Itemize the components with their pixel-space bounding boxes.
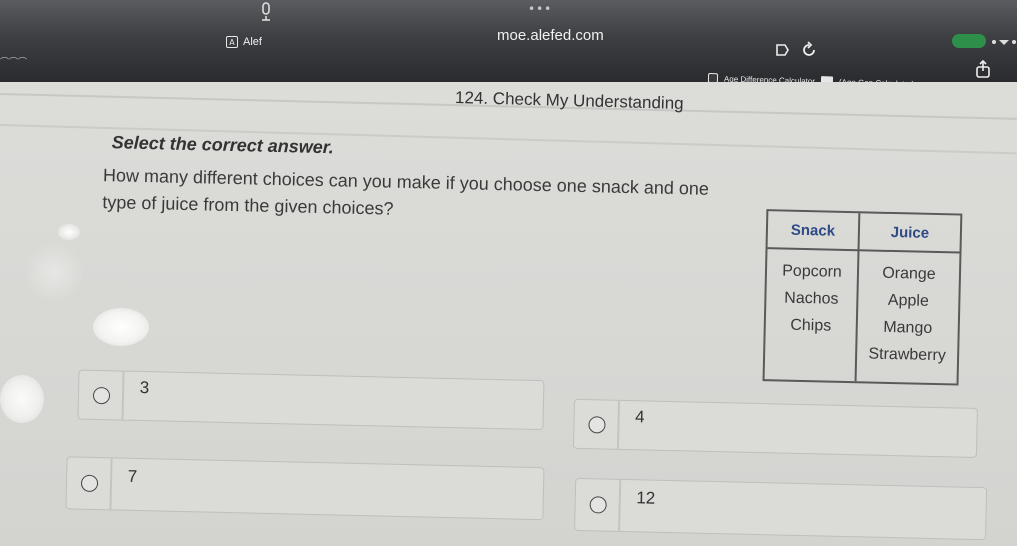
left-tab-stub[interactable]: ⌒⌒⌒ xyxy=(0,55,44,68)
table-cell: Popcorn xyxy=(782,262,843,281)
snack-column: Snack Popcorn Nachos Chips xyxy=(764,211,861,382)
answer-value: 12 xyxy=(636,487,656,508)
table-cell: Chips xyxy=(790,316,832,335)
divider xyxy=(618,479,621,531)
table-cell: Strawberry xyxy=(868,344,947,364)
answer-option[interactable]: 3 xyxy=(77,369,545,431)
address-bar-url[interactable]: moe.alefed.com xyxy=(497,27,604,44)
answer-option[interactable]: 4 xyxy=(572,398,978,458)
table-header: Snack xyxy=(767,211,859,252)
table-header: Juice xyxy=(859,213,961,254)
tab-favicon-icon: A xyxy=(226,36,238,48)
reader-view-icon[interactable] xyxy=(775,42,791,58)
question-text: How many different choices can you make … xyxy=(102,162,763,231)
table-cell: Apple xyxy=(887,291,930,310)
page-content: 124. Check My Understanding Select the c… xyxy=(0,82,1017,546)
share-icon[interactable] xyxy=(975,60,991,78)
radio-button[interactable] xyxy=(80,474,99,493)
reload-icon[interactable] xyxy=(800,41,818,59)
wifi-icon xyxy=(992,40,1016,45)
browser-toolbar: ••• A Alef moe.alefed.com ⌒⌒⌒ Age Differ… xyxy=(0,0,1017,88)
table-cell: Nachos xyxy=(784,289,839,308)
divider xyxy=(616,400,620,449)
answer-option[interactable]: 7 xyxy=(65,456,545,521)
answer-option[interactable]: 12 xyxy=(574,477,988,541)
juice-column: Juice Orange Apple Mango Strawberry xyxy=(857,213,961,383)
divider xyxy=(109,458,113,510)
call-indicator-pill[interactable] xyxy=(952,34,986,48)
mic-icon[interactable] xyxy=(259,2,273,22)
more-dots-icon[interactable]: ••• xyxy=(528,2,552,16)
choices-table: Snack Popcorn Nachos Chips Juice Orange … xyxy=(762,209,963,386)
radio-button[interactable] xyxy=(92,386,111,404)
table-cell: Orange xyxy=(882,264,936,283)
answer-value: 3 xyxy=(139,377,150,398)
instruction: Select the correct answer. xyxy=(111,132,335,158)
radio-button[interactable] xyxy=(588,415,606,434)
answer-value: 7 xyxy=(127,466,138,486)
answer-value: 4 xyxy=(634,407,645,427)
table-cell: Mango xyxy=(883,318,933,337)
tab-alef[interactable]: A Alef xyxy=(226,36,262,48)
radio-button[interactable] xyxy=(589,496,607,514)
tab-label: Alef xyxy=(243,36,262,48)
divider xyxy=(121,371,125,420)
question-area: Select the correct answer. How many diff… xyxy=(0,80,1017,546)
